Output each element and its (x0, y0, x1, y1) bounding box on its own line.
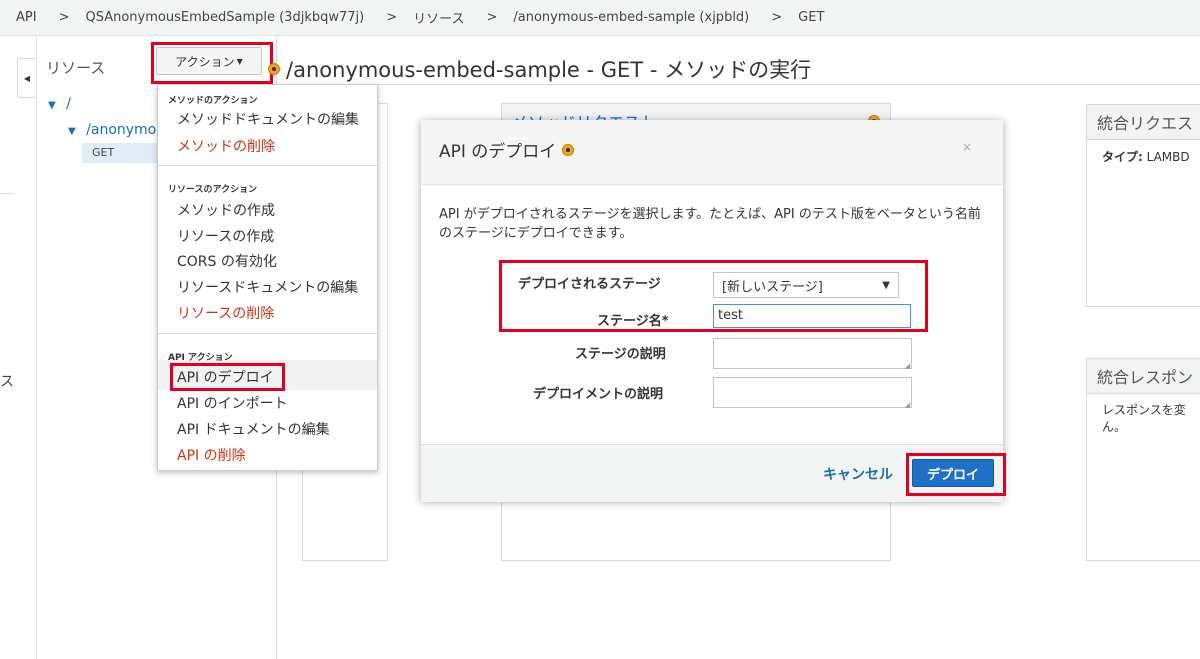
modal-description: API がデプロイされるステージを選択します。たとえば、API のテスト版をベー… (439, 207, 981, 241)
stage-description-textarea[interactable] (713, 338, 912, 370)
deployment-description-label: デプロイメントの説明 (533, 387, 664, 402)
caret-down-icon: ▼ (68, 126, 76, 137)
highlight-deploy-button (906, 453, 1006, 496)
menu-section-resource-actions: リソースのアクション (168, 185, 258, 195)
breadcrumb-resources[interactable]: リソース (413, 8, 464, 27)
strip-divider (0, 193, 14, 194)
tree-node-root-label: / (66, 96, 71, 112)
menu-item-edit-api-docs[interactable]: API ドキュメントの編集 (177, 419, 330, 439)
breadcrumb-separator: > (771, 10, 783, 25)
tree-node-resource[interactable]: ▼ /anonymou (68, 122, 165, 138)
breadcrumb-api[interactable]: API (16, 10, 37, 25)
menu-item-delete-api[interactable]: API の削除 (177, 445, 246, 465)
caret-down-icon: ▼ (48, 100, 56, 111)
highlight-deploy-api-menu-item (170, 363, 285, 391)
deploy-api-modal: API のデプロイ × API がデプロイされるステージを選択します。たとえば、… (421, 120, 1003, 502)
menu-item-create-resource[interactable]: リソースの作成 (177, 226, 274, 246)
page-title: /anonymous-embed-sample - GET - メソッドの実行 (268, 54, 811, 84)
menu-item-create-method[interactable]: メソッドの作成 (177, 200, 275, 220)
modal-title: API のデプロイ (439, 137, 575, 162)
breadcrumb-separator: > (386, 10, 398, 25)
integration-request-type: タイプ: LAMBD (1087, 140, 1200, 173)
breadcrumb: API > QSAnonymousEmbedSample (3djkbqw77j… (0, 0, 1200, 36)
highlight-actions-button (151, 42, 273, 84)
menu-item-edit-method-docs[interactable]: メソッドドキュメントの編集 (177, 109, 359, 129)
menu-item-delete-method[interactable]: メソッドの削除 (177, 136, 275, 156)
page-title-text: /anonymous-embed-sample - GET - メソッドの実行 (286, 58, 812, 82)
menu-item-delete-resource[interactable]: リソースの削除 (177, 303, 274, 323)
menu-section-method-actions: メソッドのアクション (168, 96, 258, 106)
menu-divider (158, 165, 377, 166)
caret-left-icon: ◀ (23, 73, 31, 83)
actions-menu: メソッドのアクション メソッドドキュメントの編集 メソッドの削除 リソースのアク… (157, 84, 378, 471)
integration-type-value: LAMBD (1146, 150, 1190, 164)
breadcrumb-method: GET (798, 10, 825, 25)
menu-item-enable-cors[interactable]: CORS の有効化 (177, 251, 277, 271)
breadcrumb-resource-path[interactable]: /anonymous-embed-sample (xjpbld) (513, 10, 749, 25)
integration-response-text: レスポンスを変ん。 (1102, 403, 1186, 434)
title-divider (280, 84, 1200, 85)
cancel-button[interactable]: キャンセル (823, 464, 893, 484)
breadcrumb-separator: > (58, 10, 70, 25)
integration-response-box: 統合レスポン レスポンスを変ん。 (1086, 358, 1200, 561)
integration-type-label: タイプ: (1102, 150, 1143, 164)
integration-request-header[interactable]: 統合リクエス (1087, 105, 1200, 140)
deployment-description-textarea[interactable] (713, 377, 912, 409)
stage-description-label: ステージの説明 (575, 347, 666, 362)
collapse-sidebar-button[interactable]: ◀ (17, 58, 36, 98)
menu-item-import-api[interactable]: API のインポート (177, 393, 288, 413)
breadcrumb-api-name[interactable]: QSAnonymousEmbedSample (3djkbqw77j) (85, 10, 364, 25)
modal-title-text: API のデプロイ (439, 142, 557, 162)
tree-node-get-method[interactable]: GET (82, 143, 162, 163)
menu-section-api-actions: API アクション (168, 353, 233, 363)
info-icon[interactable] (268, 63, 280, 75)
tree-node-root[interactable]: ▼ / (48, 96, 71, 112)
highlight-stage-form (499, 260, 928, 332)
modal-header: API のデプロイ × (421, 120, 1003, 185)
left-nav-strip (0, 36, 37, 659)
strip-truncated-label: ス (0, 374, 14, 390)
menu-divider (158, 333, 377, 334)
close-icon[interactable]: × (962, 140, 972, 154)
integration-request-box: 統合リクエス タイプ: LAMBD (1086, 104, 1200, 307)
breadcrumb-separator: > (486, 10, 498, 25)
resources-title: リソース (46, 59, 106, 77)
menu-item-edit-resource-docs[interactable]: リソースドキュメントの編集 (177, 277, 358, 297)
tree-node-resource-label: /anonymou (86, 122, 166, 138)
integration-response-header[interactable]: 統合レスポン (1087, 359, 1200, 394)
info-icon[interactable] (562, 143, 575, 156)
